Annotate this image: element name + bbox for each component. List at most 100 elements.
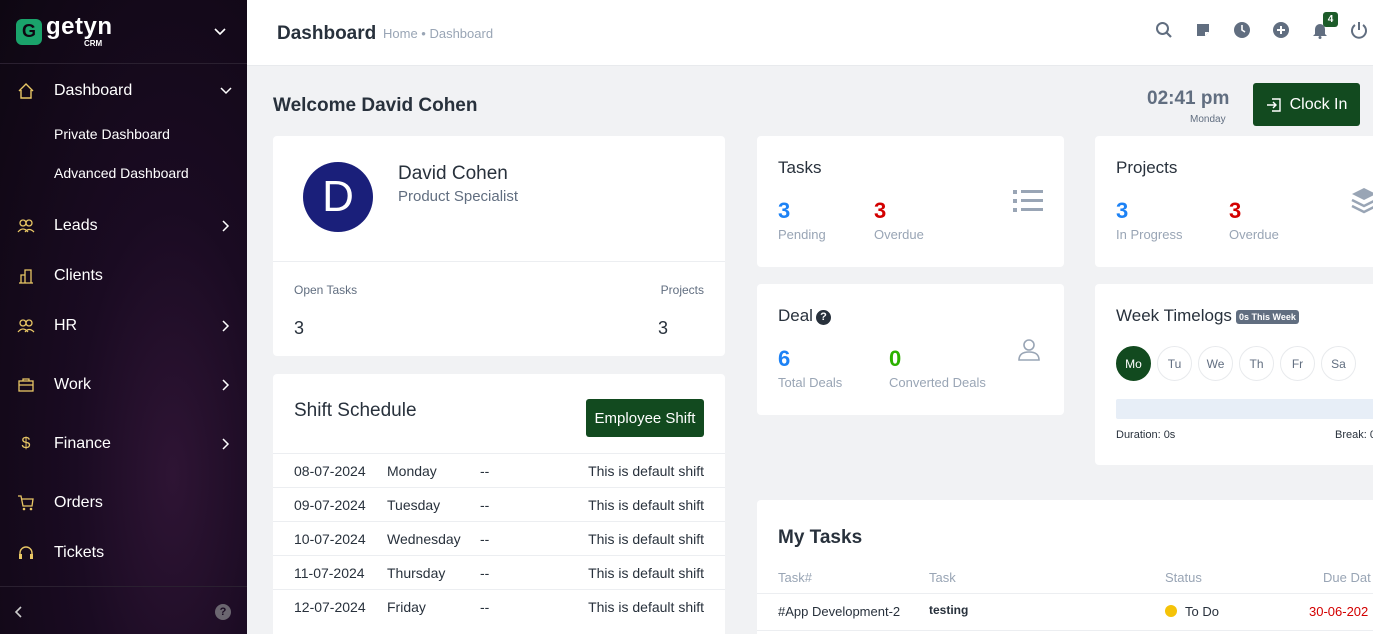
divider (273, 261, 725, 262)
avatar: D (303, 162, 373, 232)
day-pill-tu[interactable]: Tu (1157, 346, 1192, 381)
tasks-title: Tasks (778, 158, 822, 177)
task-id[interactable]: #App Development-2 (778, 604, 900, 619)
deal-title: Deal? (778, 306, 831, 326)
sticky-note-icon[interactable] (1193, 20, 1213, 40)
layers-icon (1351, 188, 1373, 214)
power-icon[interactable] (1349, 20, 1369, 40)
projects-count[interactable]: 3 (658, 318, 668, 339)
shift-description: This is default shift (588, 531, 704, 547)
chevron-right-icon (222, 320, 230, 332)
converted-deals-count[interactable]: 0 (889, 346, 901, 372)
sidebar-item-finance[interactable]: $ Finance (0, 426, 247, 462)
shift-time: -- (480, 565, 490, 581)
notification-badge: 4 (1323, 12, 1338, 27)
day-pill-mo[interactable]: Mo (1116, 346, 1151, 381)
day-pill-th[interactable]: Th (1239, 346, 1274, 381)
sidebar-item-orders[interactable]: Orders (0, 485, 247, 521)
column-header-status[interactable]: Status (1165, 570, 1202, 585)
collapse-sidebar-icon[interactable] (12, 605, 24, 619)
chevron-right-icon (222, 379, 230, 391)
brand-name: getyn (46, 13, 113, 40)
chevron-down-icon[interactable] (212, 24, 228, 40)
search-icon[interactable] (1154, 20, 1174, 40)
logo-icon: G (16, 18, 42, 45)
help-icon[interactable]: ? (215, 604, 231, 620)
people-icon (17, 317, 35, 335)
day-pill-we[interactable]: We (1198, 346, 1233, 381)
shift-description: This is default shift (588, 599, 704, 615)
shift-time: -- (480, 599, 490, 615)
timelog-progress-bar (1116, 399, 1373, 419)
sidebar-item-clients[interactable]: Clients (0, 258, 247, 294)
cart-icon (17, 494, 35, 512)
my-tasks-title: My Tasks (778, 527, 863, 548)
column-header-due-date[interactable]: Due Dat (1323, 570, 1371, 585)
sidebar-item-work[interactable]: Work (0, 367, 247, 403)
clock-in-button[interactable]: Clock In (1253, 83, 1360, 126)
deal-card: Deal? 6 Total Deals 0 Converted Deals (757, 284, 1064, 415)
chevron-down-icon (220, 87, 232, 95)
chevron-right-icon (222, 438, 230, 450)
sidebar-item-tickets[interactable]: Tickets (0, 535, 247, 571)
open-tasks-count[interactable]: 3 (294, 318, 304, 339)
week-duration: Duration: 0s (1116, 429, 1176, 441)
day-pill-sa[interactable]: Sa (1321, 346, 1356, 381)
shift-time: -- (480, 463, 490, 479)
list-icon (1013, 190, 1043, 212)
shift-date: 08-07-2024 (294, 463, 366, 479)
question-icon[interactable]: ? (815, 309, 831, 325)
tasks-pending-count[interactable]: 3 (778, 198, 790, 224)
projects-in-progress-count[interactable]: 3 (1116, 198, 1128, 224)
shift-time: -- (480, 531, 490, 547)
projects-title: Projects (1116, 158, 1178, 177)
sidebar: G getyn CRM Dashboard Private Dashboard … (0, 0, 247, 634)
projects-card: Projects 3 In Progress 3 Overdue (1095, 136, 1373, 267)
profile-card: D David Cohen Product Specialist Open Ta… (273, 136, 725, 356)
briefcase-icon (17, 376, 35, 394)
shift-date: 09-07-2024 (294, 497, 366, 513)
total-deals-count[interactable]: 6 (778, 346, 790, 372)
profile-name[interactable]: David Cohen (398, 163, 508, 185)
sidebar-item-dashboard[interactable]: Dashboard (0, 73, 247, 109)
logo-row: G getyn CRM (0, 0, 247, 64)
profile-role: Product Specialist (398, 188, 519, 205)
table-row: 08-07-2024 Monday -- This is default shift (273, 453, 725, 487)
sidebar-item-leads[interactable]: Leads (0, 208, 247, 244)
sidebar-subitem-advanced-dashboard[interactable]: Advanced Dashboard (54, 165, 189, 181)
add-icon[interactable] (1271, 20, 1291, 40)
table-row[interactable]: #App Development-2 testing To Do 30-06-2… (757, 593, 1373, 631)
table-row: 09-07-2024 Tuesday -- This is default shift (273, 487, 725, 521)
sidebar-footer: ? (0, 586, 247, 634)
shift-day: Wednesday (387, 531, 461, 547)
column-header-task[interactable]: Task (929, 570, 956, 585)
sidebar-item-hr[interactable]: HR (0, 308, 247, 344)
projects-overdue-count[interactable]: 3 (1229, 198, 1241, 224)
shift-day: Thursday (387, 565, 446, 581)
projects-label: Projects (660, 283, 704, 297)
task-name[interactable]: testing (929, 603, 968, 617)
shift-date: 12-07-2024 (294, 599, 366, 615)
converted-deals-label: Converted Deals (889, 375, 986, 390)
employee-shift-button[interactable]: Employee Shift (586, 399, 704, 437)
tasks-overdue-label: Overdue (874, 227, 924, 242)
clock-time: 02:41 pm (1147, 88, 1230, 109)
week-timelogs-card: Week Timelogs 0s This Week Mo Tu We Th Fr Sa … (1095, 284, 1373, 465)
breadcrumb[interactable]: Home • Dashboard (383, 26, 493, 41)
shift-time: -- (480, 497, 490, 513)
user-icon (1018, 339, 1040, 361)
column-header-task-number[interactable]: Task# (778, 570, 812, 585)
projects-in-progress-label: In Progress (1116, 227, 1183, 242)
welcome-heading: Welcome David Cohen (273, 95, 478, 116)
clock-day: Monday (1190, 114, 1226, 125)
sidebar-subitem-private-dashboard[interactable]: Private Dashboard (54, 126, 170, 142)
shift-description: This is default shift (588, 565, 704, 581)
clock-icon[interactable] (1232, 20, 1252, 40)
home-icon (17, 82, 35, 100)
tasks-overdue-count[interactable]: 3 (874, 198, 886, 224)
building-icon (17, 267, 35, 285)
day-pill-fr[interactable]: Fr (1280, 346, 1315, 381)
table-row: 12-07-2024 Friday -- This is default shift (273, 589, 725, 623)
week-total-badge: 0s This Week (1236, 310, 1299, 324)
shift-day: Tuesday (387, 497, 441, 513)
